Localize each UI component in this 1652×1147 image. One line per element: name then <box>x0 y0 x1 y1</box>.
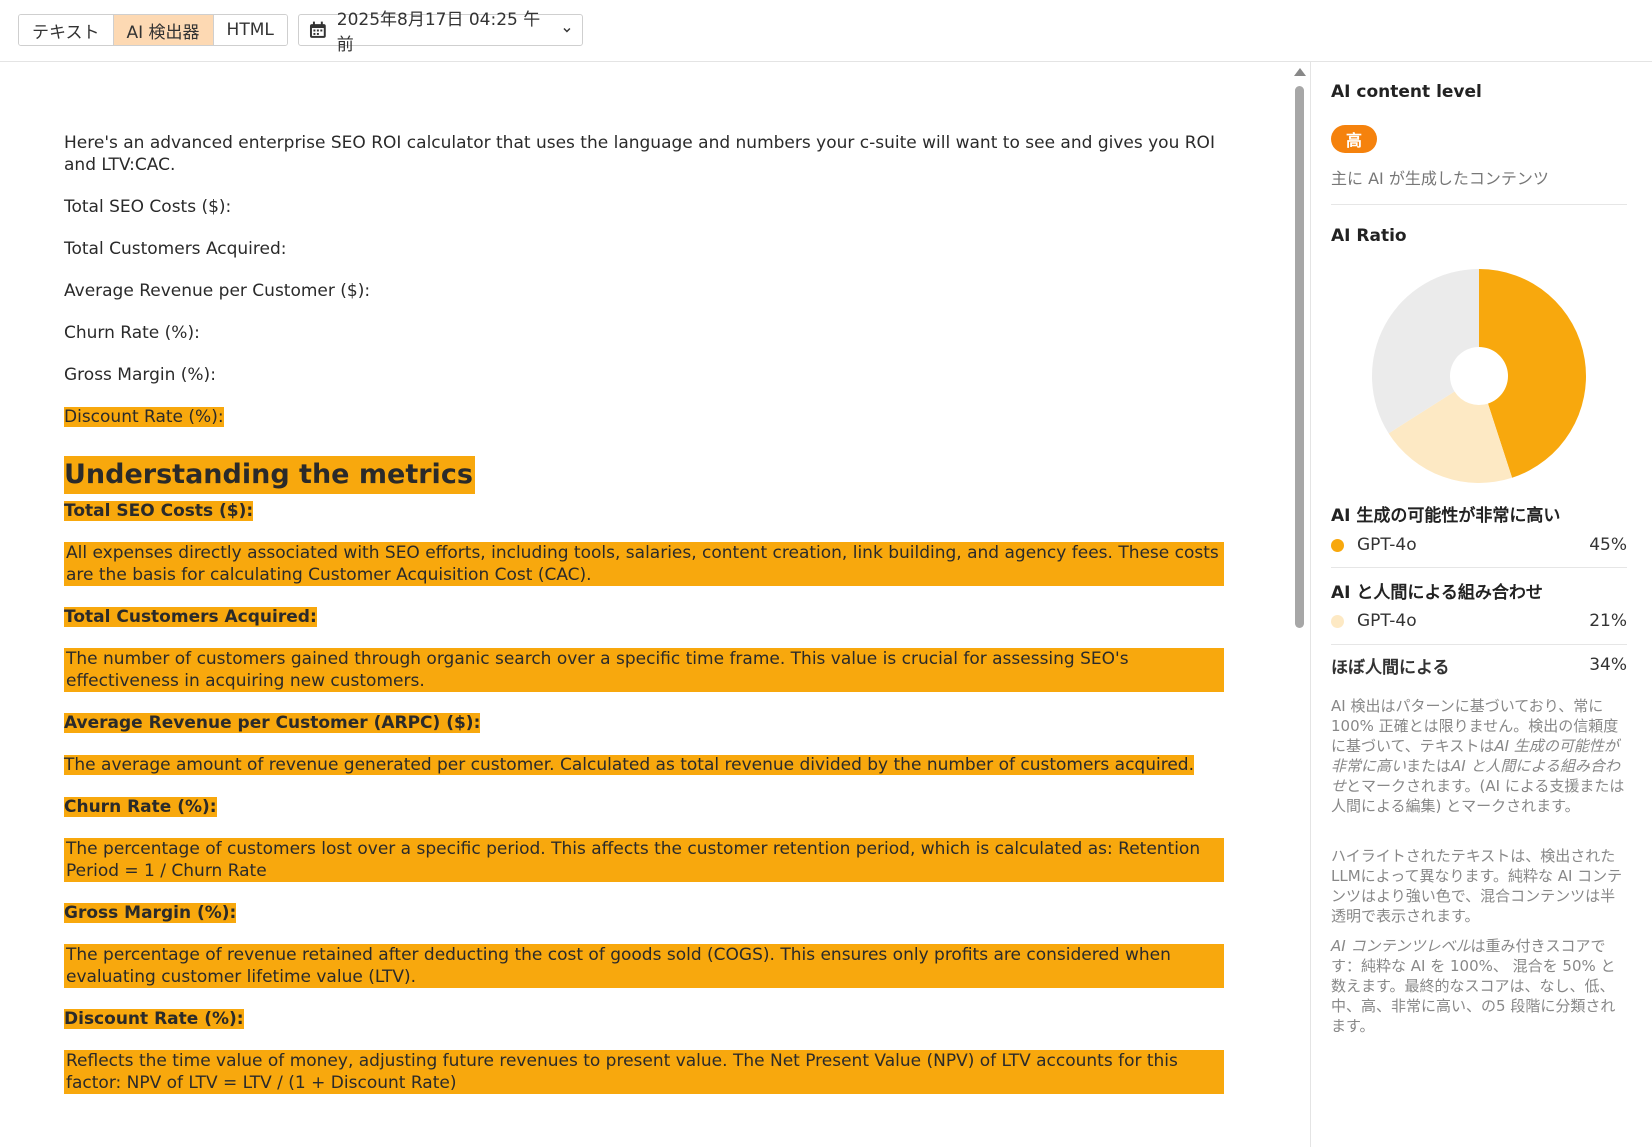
content-level-title: AI content level <box>1331 82 1482 102</box>
divider <box>1331 644 1627 645</box>
calendar-icon <box>309 21 326 38</box>
tab-text[interactable]: テキスト <box>19 15 114 45</box>
ai-ratio-title: AI Ratio <box>1331 226 1407 246</box>
metric-description: All expenses directly associated with SE… <box>64 542 1224 586</box>
legend-dot <box>1331 614 1344 628</box>
input-label: Average Revenue per Customer ($): <box>64 281 371 301</box>
level-description: 主に AI が生成したコンテンツ <box>1331 169 1549 188</box>
metric-label: Total Customers Acquired: <box>64 607 317 627</box>
metrics-heading: Understanding the metrics <box>64 456 475 494</box>
chevron-down-icon <box>563 27 571 33</box>
metric-label: Discount Rate (%): <box>64 1009 244 1029</box>
input-label: Gross Margin (%): <box>64 365 216 385</box>
input-label-highlighted: Discount Rate (%): <box>64 407 224 427</box>
metric-description: The number of customers gained through o… <box>64 648 1224 692</box>
intro-paragraph: Here's an advanced enterprise SEO ROI ca… <box>64 133 1215 175</box>
group-title-ai: AI 生成の可能性が非常に高い <box>1331 506 1561 526</box>
group-title-human: ほぼ人間による <box>1331 657 1450 678</box>
model-row-mixed: GPT-4o 21% <box>1331 610 1627 632</box>
document-view: Here's an advanced enterprise SEO ROI ca… <box>0 62 1290 1147</box>
level-badge: 高 <box>1331 125 1377 153</box>
divider <box>1331 567 1627 568</box>
metric-description: Reflects the time value of money, adjust… <box>64 1050 1224 1094</box>
tab-html[interactable]: HTML <box>213 15 287 45</box>
model-name: GPT-4o <box>1357 611 1417 631</box>
scroll-up-arrow-icon[interactable] <box>1294 68 1306 76</box>
metric-description: The percentage of customers lost over a … <box>64 838 1224 882</box>
date-selector[interactable]: 2025年8月17日 04:25 午前 <box>298 10 583 55</box>
ai-ratio-donut-chart <box>1372 269 1586 483</box>
group-title-mixed: AI と人間による組み合わせ <box>1331 583 1543 603</box>
date-label: 2025年8月17日 04:25 午前 <box>336 10 541 55</box>
legend-dot <box>1331 538 1344 552</box>
human-percent: 34% <box>1589 655 1627 675</box>
ai-results-panel: AI content level 高 主に AI が生成したコンテンツ AI R… <box>1310 62 1652 1147</box>
input-label: Total Customers Acquired: <box>64 239 287 259</box>
metric-label: Churn Rate (%): <box>64 797 217 817</box>
metric-label: Total SEO Costs ($): <box>64 501 254 521</box>
content-level-note: AI コンテンツレベルは重み付きスコアです：純粋な AI を 100%、 混合を… <box>1331 937 1616 1035</box>
detection-note: AI 検出はパターンに基づいており、常に 100% 正確とは限りません。検出の信… <box>1331 697 1625 815</box>
scrollbar-thumb[interactable] <box>1295 86 1304 628</box>
metric-description: The percentage of revenue retained after… <box>64 944 1224 988</box>
input-label: Total SEO Costs ($): <box>64 197 232 217</box>
highlight-note: ハイライトされたテキストは、検出されたLLMによって異なります。純粋な AI コ… <box>1331 847 1623 925</box>
human-row: ほぼ人間による 34% <box>1331 654 1627 678</box>
divider <box>1331 204 1627 205</box>
view-mode-tabs: テキスト AI 検出器 HTML <box>18 14 288 46</box>
tab-ai-detector[interactable]: AI 検出器 <box>113 15 214 45</box>
model-name: GPT-4o <box>1357 535 1417 555</box>
toolbar: テキスト AI 検出器 HTML 2025年8月17日 04:25 午前 <box>0 0 1652 62</box>
model-percent: 21% <box>1589 611 1627 631</box>
metric-description: The average amount of revenue generated … <box>64 755 1194 775</box>
input-label: Churn Rate (%): <box>64 323 200 343</box>
model-row-ai: GPT-4o 45% <box>1331 534 1627 556</box>
metric-label: Average Revenue per Customer (ARPC) ($): <box>64 713 481 733</box>
document-body: Here's an advanced enterprise SEO ROI ca… <box>64 132 1224 1114</box>
metric-label: Gross Margin (%): <box>64 903 237 923</box>
model-percent: 45% <box>1589 535 1627 555</box>
